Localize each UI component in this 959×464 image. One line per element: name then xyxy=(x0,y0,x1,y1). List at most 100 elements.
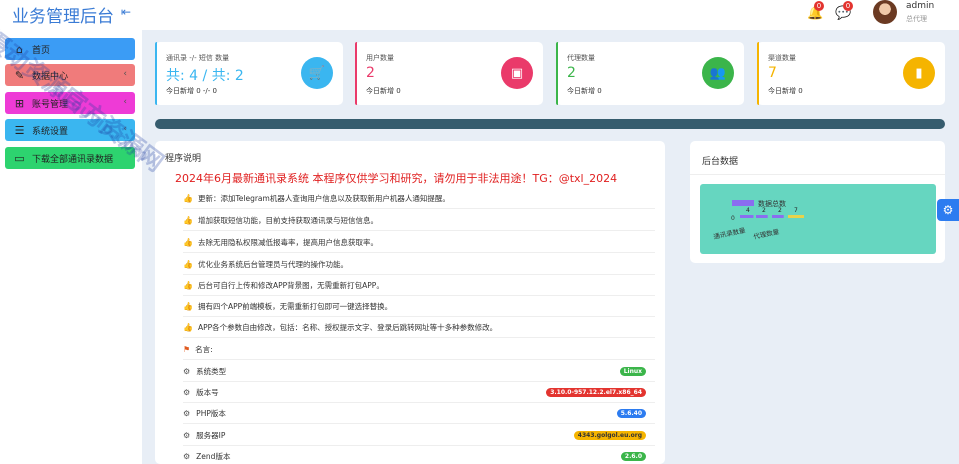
note-text: 更新：添加Telegram机器人查询用户信息以及获取新用户机器人通知提醒。 xyxy=(197,193,450,203)
table-row: ⚙ Zend版本 2.6.0 xyxy=(183,446,655,464)
thumbs-up-icon: 👍 xyxy=(183,322,193,332)
stat-label: 通讯录 -/- 短信 数量 xyxy=(166,54,230,62)
stat-value: 共: 4 / 共: 2 xyxy=(166,68,244,84)
list-item: 👍 增加获取短信功能，目前支持获取通讯录与短信信息。 xyxy=(183,210,655,231)
note-text: 增加获取短信功能，目前支持获取通讯录与短信信息。 xyxy=(197,215,378,225)
data-label: 4 xyxy=(746,207,750,214)
stat-value: 2 xyxy=(567,65,576,81)
notification-badge: 0 xyxy=(814,1,824,11)
message-badge: 0 xyxy=(843,1,853,11)
list-item: 👍 更新：添加Telegram机器人查询用户信息以及获取新用户机器人通知提醒。 xyxy=(183,188,655,209)
card-accent xyxy=(556,42,558,105)
chart-area: 数据总数 0 4 2 2 7 通讯录数量 代理数量 xyxy=(700,184,936,254)
status-badge: Linux xyxy=(619,367,646,376)
panel-title: 程序说明 xyxy=(165,154,202,164)
list-item: 👍 优化业务系统后台管理员与代理的操作功能。 xyxy=(183,254,655,275)
sidebar-item-home[interactable]: ⌂ 首页 xyxy=(5,38,135,60)
card-accent xyxy=(155,42,157,105)
chart-bar xyxy=(756,215,768,218)
table-row: ⚙ 版本号 3.10.0-957.12.2.el7.x86_64 xyxy=(183,382,655,403)
table-row: ⚙ PHP版本 5.6.40 xyxy=(183,403,655,424)
users-icon: 👥 xyxy=(702,57,734,89)
folder-icon: ▭ xyxy=(14,151,25,165)
note-text: 拥有四个APP前端模板，无需重新打包即可一键选择替换。 xyxy=(197,301,393,311)
sidebar-item-download-contacts[interactable]: ▭ 下载全部通讯录数据 xyxy=(5,147,135,169)
thumbs-up-icon: 👍 xyxy=(183,301,193,311)
stat-sub: 今日新增 0 xyxy=(567,87,602,95)
list-item: 👍 后台可自行上传和修改APP背景图，无需重新打包APP。 xyxy=(183,275,655,296)
panel-title: 后台数据 xyxy=(702,157,739,167)
gear-icon: ⚙ xyxy=(183,430,191,440)
stat-value: 7 xyxy=(768,65,777,81)
list-item: 👍 拥有四个APP前端模板，无需重新打包即可一键选择替换。 xyxy=(183,296,655,317)
headline: 2024年6月最新通讯录系统 本程序仅供学习和研究，请勿用于非法用途！TG：@t… xyxy=(175,172,618,185)
divider xyxy=(690,174,945,175)
category-label: 通讯录数量 xyxy=(713,225,747,241)
edit-icon: ✎ xyxy=(14,68,25,82)
username[interactable]: admin xyxy=(906,1,934,11)
category-label: 代理数量 xyxy=(753,227,781,241)
stat-sub: 今日新增 0 -/- 0 xyxy=(166,87,217,95)
status-badge: 2.6.0 xyxy=(620,452,646,461)
thumbs-up-icon: 👍 xyxy=(183,215,193,225)
note-text: 优化业务系统后台管理员与代理的操作功能。 xyxy=(197,259,348,269)
chevron-left-icon: ‹ xyxy=(123,69,127,79)
sidebar-item-accounts[interactable]: ⊞ 账号管理 ‹ xyxy=(5,92,135,114)
note-text: APP各个参数自由修改，包括：名称、授权提示文字、登录后跳转网址等十多种参数修改… xyxy=(197,322,498,332)
sysinfo-label: PHP版本 xyxy=(196,408,226,418)
menu-icon: ☰ xyxy=(14,123,25,137)
thumbs-up-icon: 👍 xyxy=(183,237,193,247)
sidebar: 业务管理后台 ⇤ ⌂ 首页 ✎ 数据中心 ‹ ⊞ 账号管理 ‹ ☰ 系统设置 ‹… xyxy=(0,0,142,464)
stat-label: 用户数量 xyxy=(366,54,394,62)
note-text: 后台可自行上传和修改APP背景图，无需重新打包APP。 xyxy=(197,280,384,290)
sidebar-item-label: 账号管理 xyxy=(32,99,69,110)
chevron-left-icon: ‹ xyxy=(123,124,127,134)
list-item: 👍 去除无用隐私权限减低报毒率，提高用户信息获取率。 xyxy=(183,232,655,253)
thumbs-up-icon: 👍 xyxy=(183,259,193,269)
sysinfo-label: 服务器IP xyxy=(196,430,226,440)
stat-label: 渠道数量 xyxy=(768,54,796,62)
sidebar-item-settings[interactable]: ☰ 系统设置 ‹ xyxy=(5,119,135,141)
status-badge: 3.10.0-957.12.2.el7.x86_64 xyxy=(546,388,646,397)
chart-bar xyxy=(740,215,754,218)
stat-value: 2 xyxy=(366,65,375,81)
stat-card-channels: 渠道数量 7 今日新增 0 ▮ xyxy=(757,42,945,105)
grid-icon: ⊞ xyxy=(14,96,25,110)
note-text: 去除无用隐私权限减低报毒率，提高用户信息获取率。 xyxy=(197,237,378,247)
card-accent xyxy=(757,42,759,105)
avatar[interactable] xyxy=(873,0,897,24)
stat-card-contacts: 通讯录 -/- 短信 数量 共: 4 / 共: 2 今日新增 0 -/- 0 🛒 xyxy=(155,42,343,105)
legend-swatch xyxy=(732,200,754,206)
table-row: ⚙ 服务器IP 4343.golgol.eu.org xyxy=(183,425,655,446)
sysinfo-label: 系统类型 xyxy=(196,366,227,376)
motto-label: 名言: xyxy=(195,344,213,354)
sidebar-item-label: 首页 xyxy=(32,45,51,56)
gear-icon: ⚙ xyxy=(183,387,191,397)
sidebar-item-data-center[interactable]: ✎ 数据中心 ‹ xyxy=(5,64,135,86)
status-badge: 4343.golgol.eu.org xyxy=(573,431,646,440)
data-label: 7 xyxy=(794,207,798,214)
gear-icon: ⚙ xyxy=(183,408,191,418)
user-role: 总代理 xyxy=(906,15,927,23)
cart-icon: 🛒 xyxy=(301,57,333,89)
program-info-panel: 程序说明 2024年6月最新通讯录系统 本程序仅供学习和研究，请勿用于非法用途！… xyxy=(155,141,665,464)
bar-chart: 数据总数04 2 2 7通讯录数量 代理数量 xyxy=(713,199,804,241)
card-accent xyxy=(355,42,357,105)
chart-bar xyxy=(788,215,804,218)
stat-sub: 今日新增 0 xyxy=(366,87,401,95)
sysinfo-label: 版本号 xyxy=(196,387,219,397)
collapse-left-icon[interactable]: ⇤ xyxy=(121,5,131,19)
gear-icon: ⚙ xyxy=(183,366,191,376)
wallet-icon: ▣ xyxy=(501,57,533,89)
flag-icon: ⚑ xyxy=(183,344,191,354)
brand-title: 业务管理后台 xyxy=(12,7,114,27)
home-icon: ⌂ xyxy=(16,42,23,56)
stat-sub: 今日新增 0 xyxy=(768,87,803,95)
list-item: 👍 APP各个参数自由修改，包括：名称、授权提示文字、登录后跳转网址等十多种参数修… xyxy=(183,317,655,338)
stat-card-agents: 代理数量 2 今日新增 0 👥 xyxy=(556,42,744,105)
chevron-left-icon: ‹ xyxy=(123,97,127,107)
thumbs-up-icon: 👍 xyxy=(183,193,193,203)
top-bar: 🔔 0 💬 0 admin 总代理 xyxy=(142,0,959,30)
progress-strip xyxy=(155,119,945,129)
settings-gear-icon[interactable]: ⚙ xyxy=(937,199,959,221)
